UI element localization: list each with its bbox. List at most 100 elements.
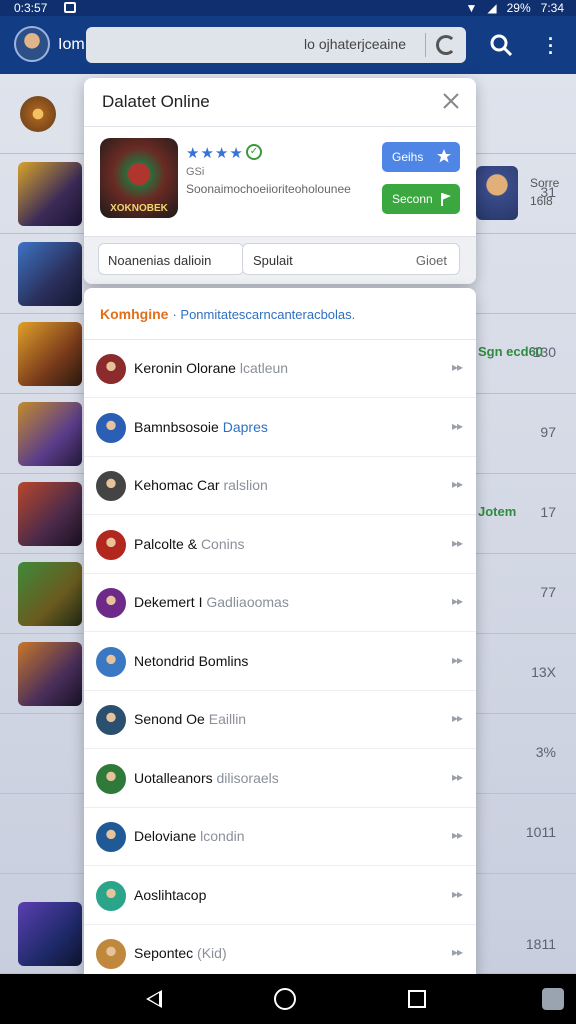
menu-item-label: Senond Oe Eaillin bbox=[134, 711, 246, 727]
more-options-icon[interactable]: · · · bbox=[546, 30, 556, 62]
rating-stars: ★★★★ bbox=[186, 145, 244, 162]
menu-item[interactable]: Palcolte & Conins ▸▸ bbox=[84, 516, 476, 574]
star-icon bbox=[437, 149, 451, 163]
system-nav-bar bbox=[0, 974, 576, 1024]
menu-item-main: Dekemert I bbox=[134, 594, 203, 610]
secondary-action-button[interactable]: Seconn bbox=[382, 184, 460, 214]
tab-left[interactable]: Noanenias dalioin bbox=[98, 243, 244, 275]
menu-item-icon bbox=[96, 763, 126, 794]
keyboard-icon[interactable] bbox=[542, 988, 564, 1010]
menu-item[interactable]: Netondrid Bomlins ▸▸ bbox=[84, 633, 476, 691]
chevron-right-icon: ▸▸ bbox=[451, 477, 463, 491]
chevron-right-icon: ▸▸ bbox=[451, 886, 463, 901]
menu-item[interactable]: Keronin Olorane lcatleun ▸▸ bbox=[84, 340, 476, 398]
menu-item-icon bbox=[96, 354, 126, 384]
menu-item-icon bbox=[96, 471, 126, 501]
menu-item[interactable]: Bamnbsosoie Dapres ▸▸ bbox=[84, 399, 476, 457]
menu-item-label: Uotalleanors dilisoraels bbox=[134, 770, 279, 786]
primary-action-button[interactable]: Geihs bbox=[382, 142, 460, 172]
status-time-left: 0:3:57 bbox=[14, 1, 48, 15]
chevron-right-icon: ▸▸ bbox=[451, 360, 463, 374]
menu-item-subtext: dilisoraels bbox=[212, 769, 279, 786]
menu-item-main: Kehomac Car bbox=[134, 477, 220, 493]
game-meta: GSi bbox=[186, 166, 205, 178]
back-icon[interactable] bbox=[146, 990, 162, 1008]
status-time-right: 7:34 bbox=[540, 1, 564, 15]
menu-item-label: Bamnbsosoie Dapres bbox=[134, 419, 268, 435]
bg-row-value: 97 bbox=[540, 424, 556, 440]
menu-item[interactable]: Deloviane lcondin ▸▸ bbox=[84, 808, 476, 866]
menu-item-subtext: Gadliaoomas bbox=[202, 594, 289, 610]
menu-item[interactable]: Kehomac Car ralslion ▸▸ bbox=[84, 457, 476, 515]
menu-item[interactable]: Aoslihtacop ▸▸ bbox=[84, 867, 476, 925]
status-right: ▼ ◢ 29% 7:34 bbox=[465, 1, 564, 15]
chevron-right-icon: ▸▸ bbox=[451, 711, 463, 725]
menu-item-icon bbox=[96, 588, 126, 618]
menu-item-icon bbox=[96, 705, 126, 735]
bg-row-value: 77 bbox=[540, 584, 556, 600]
menu-item-main: Netondrid Bomlins bbox=[134, 652, 249, 669]
tab-right[interactable]: Spulait Gioet bbox=[242, 243, 460, 275]
secondary-action-label: Seconn bbox=[392, 192, 433, 206]
menu-item-subtext: lcondin bbox=[196, 828, 245, 844]
menu-item-subtext: (Kid) bbox=[193, 945, 227, 961]
close-icon[interactable] bbox=[442, 92, 460, 110]
game-thumbnail bbox=[20, 96, 56, 132]
menu-item[interactable]: Dekemert I Gadliaoomas ▸▸ bbox=[84, 574, 476, 632]
chevron-right-icon: ▸▸ bbox=[451, 652, 463, 667]
menu-item[interactable]: Uotalleanors dilisoraels ▸▸ bbox=[84, 750, 476, 808]
game-thumbnail bbox=[18, 322, 82, 386]
bg-row-value: 3% bbox=[535, 744, 556, 760]
search-query: lo ojhaterjceaine bbox=[304, 36, 406, 52]
menu-brand: Komhgine bbox=[100, 306, 169, 322]
menu-item-highlight: Dapres bbox=[218, 418, 268, 435]
game-cover-label: XOKNOBEK bbox=[110, 203, 168, 214]
flag-icon bbox=[441, 193, 451, 206]
menu-item-icon bbox=[96, 529, 126, 560]
popup-divider bbox=[84, 126, 476, 127]
bg-row-badge: Jotem bbox=[478, 504, 517, 519]
chevron-right-icon: ▸▸ bbox=[451, 594, 463, 608]
menu-item-label: Keronin Olorane lcatleun bbox=[134, 360, 288, 376]
refresh-icon[interactable] bbox=[436, 35, 456, 55]
chevron-right-icon: ▸▸ bbox=[451, 418, 463, 433]
recent-apps-icon[interactable] bbox=[408, 990, 426, 1008]
chevron-right-icon: ▸▸ bbox=[451, 828, 463, 842]
menu-item-label: Dekemert I Gadliaoomas bbox=[134, 594, 289, 610]
menu-item-subtext: ralslion bbox=[219, 477, 268, 493]
menu-item-icon bbox=[96, 939, 126, 969]
search-field[interactable]: lo ojhaterjceaine bbox=[86, 27, 466, 63]
menu-item[interactable]: Sepontec (Kid) ▸▸ bbox=[84, 925, 476, 974]
primary-action-label: Geihs bbox=[392, 150, 424, 164]
menu-item-label: Aoslihtacop bbox=[134, 887, 206, 903]
home-icon[interactable] bbox=[274, 988, 296, 1010]
menu-item-icon bbox=[96, 646, 126, 677]
menu-item-main: Palcolte & bbox=[134, 535, 201, 552]
search-divider bbox=[425, 33, 426, 57]
menu-item-icon bbox=[96, 880, 126, 911]
menu-panel: Komhgine · Ponmitatescarncanteracbolas. K… bbox=[84, 288, 476, 974]
menu-item-subtext: Eaillin bbox=[204, 711, 247, 727]
chevron-right-icon: ▸▸ bbox=[451, 769, 463, 784]
verified-icon: ✓ bbox=[246, 144, 262, 160]
popup-title: Dalatet Online bbox=[102, 92, 210, 111]
game-thumbnail bbox=[18, 902, 82, 966]
search-icon[interactable] bbox=[490, 34, 512, 56]
game-thumbnail bbox=[18, 482, 82, 546]
side-line-1: Sorre bbox=[530, 176, 560, 190]
game-thumbnail bbox=[18, 242, 82, 306]
chevron-right-icon: ▸▸ bbox=[451, 945, 463, 959]
menu-item-main: Keronin Olorane bbox=[134, 360, 236, 376]
menu-item-main: Senond Oe bbox=[134, 711, 205, 727]
avatar[interactable] bbox=[14, 26, 50, 62]
menu-item[interactable]: Senond Oe Eaillin ▸▸ bbox=[84, 691, 476, 749]
menu-item-main: Sepontec bbox=[134, 945, 194, 961]
app-title: Iom bbox=[58, 36, 85, 53]
tab-right-sub: Gioet bbox=[415, 253, 447, 268]
menu-header-link[interactable]: · Ponmitatescarncanteracbolas. bbox=[172, 307, 355, 322]
menu-item-main: Bamnbsosoie bbox=[134, 418, 219, 435]
notification-icon bbox=[64, 2, 76, 13]
bg-row-value: 17 bbox=[540, 504, 556, 520]
menu-item-label: Palcolte & Conins bbox=[134, 536, 245, 552]
menu-item-icon bbox=[96, 412, 126, 443]
